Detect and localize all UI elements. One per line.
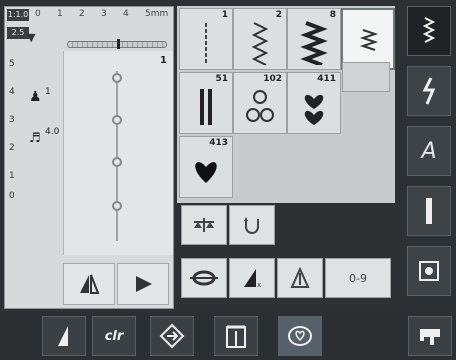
scale-tick: 5 xyxy=(9,59,15,69)
clear-button[interactable]: clr xyxy=(92,316,136,356)
memory-button[interactable] xyxy=(278,316,322,356)
double-straight-icon xyxy=(200,89,212,125)
stitch-point xyxy=(112,73,122,83)
quilt-stitches-icon xyxy=(419,261,439,281)
triple-zigzag-icon xyxy=(300,21,328,65)
stitch-point xyxy=(112,115,122,125)
quilt-stitches-button[interactable] xyxy=(407,246,451,296)
counter-label: 0-9 xyxy=(349,271,367,285)
ruler-tick: 3 xyxy=(101,9,107,19)
tension-value: 4.0 xyxy=(45,127,60,137)
presser-foot-icon: ▼ xyxy=(27,31,36,44)
pattern-count: 1 xyxy=(160,55,167,66)
stitch-cell-1[interactable]: 1 xyxy=(179,8,233,70)
buttonhole-icon xyxy=(426,198,432,224)
sewing-machine-screen: 1:1.0 0 1 2 3 4 5mm 2.5 ▼ 5 4 3 2 1 0 ♟ … xyxy=(0,0,456,360)
mirror-left-right-button[interactable] xyxy=(63,263,115,305)
length-scale: 5 4 3 2 1 0 xyxy=(7,51,25,201)
stitch-cell-selected[interactable] xyxy=(341,8,395,70)
needle-stop-button[interactable] xyxy=(42,316,86,356)
width-badge: 2.5 xyxy=(7,27,29,39)
pattern-begin-button[interactable] xyxy=(277,258,323,298)
tension-icon: ♬ xyxy=(29,131,41,146)
stitch-pattern-button[interactable] xyxy=(181,258,227,298)
straight-stitch-icon xyxy=(205,23,207,63)
ruler-tick: 1 xyxy=(57,9,63,19)
practical-stitches-button[interactable] xyxy=(407,6,451,56)
ruler-tick: 0 xyxy=(35,9,41,19)
stitch-point xyxy=(112,201,122,211)
bobbin-value: 1 xyxy=(45,87,51,97)
ruler-tick: 4 xyxy=(123,9,129,19)
stitch-number: 413 xyxy=(209,138,228,148)
bobbin-icon: ♟ xyxy=(29,89,42,105)
alphabet-button[interactable]: A xyxy=(407,126,451,176)
width-ruler: 0 1 2 3 4 5mm xyxy=(35,9,175,23)
mirror-vertical-icon xyxy=(136,276,152,292)
needle-position-marker[interactable] xyxy=(117,39,120,49)
stitch-point xyxy=(112,157,122,167)
needle-stop-icon xyxy=(58,326,68,346)
balance-button[interactable] xyxy=(181,205,227,245)
stitch-line xyxy=(116,71,118,241)
stitch-preview-panel: 1:1.0 0 1 2 3 4 5mm 2.5 ▼ 5 4 3 2 1 0 ♟ … xyxy=(4,6,174,309)
balance-icon xyxy=(194,218,214,232)
stitch-cell-8[interactable]: 8 xyxy=(287,8,341,70)
stitch-cell-51[interactable]: 51 xyxy=(179,72,233,134)
decorative-stitches-button[interactable] xyxy=(407,66,451,116)
clear-label: clr xyxy=(104,328,124,344)
stitch-number: 411 xyxy=(317,74,336,84)
tutorial-button[interactable] xyxy=(214,316,258,356)
mirror-horizontal-icon xyxy=(80,274,100,294)
alphabet-icon: A xyxy=(421,138,437,164)
personal-program-button[interactable] xyxy=(408,316,452,356)
setup-button[interactable] xyxy=(150,316,194,356)
stitch-cell-411[interactable]: 411 xyxy=(287,72,341,134)
stitch-cell-413[interactable]: 413 xyxy=(179,136,233,198)
long-stitch-icon: x xyxy=(244,269,261,289)
undo-button[interactable] xyxy=(229,205,275,245)
zigzag-selected-icon xyxy=(359,29,379,51)
bottom-toolbar: clr xyxy=(0,312,456,360)
scroll-position-marker[interactable] xyxy=(342,62,390,92)
tutorial-icon xyxy=(226,325,246,348)
heart-stitch-icon xyxy=(304,94,324,125)
mirror-up-down-button[interactable] xyxy=(117,263,169,305)
scale-tick: 1 xyxy=(9,171,15,181)
scale-tick: 2 xyxy=(9,143,15,153)
stitch-cell-102[interactable]: 102 xyxy=(233,72,287,134)
decorative-stitches-icon xyxy=(422,77,436,105)
stitch-number: 51 xyxy=(215,74,228,84)
pattern-repeat-icon xyxy=(190,270,218,286)
category-sidebar: A xyxy=(407,6,453,306)
heart-solid-icon xyxy=(195,162,217,183)
setup-icon xyxy=(159,323,185,349)
long-stitch-button[interactable]: x xyxy=(229,258,275,298)
scale-tick: 3 xyxy=(9,115,15,125)
stitch-number: 102 xyxy=(263,74,282,84)
practical-stitches-icon xyxy=(422,17,436,43)
stitch-preview: 1 xyxy=(63,51,173,255)
svg-text:x: x xyxy=(257,281,261,289)
pattern-begin-icon xyxy=(290,267,310,288)
stitch-cell-2[interactable]: 2 xyxy=(233,8,287,70)
memory-icon xyxy=(288,326,312,346)
stitch-number: 2 xyxy=(275,10,282,20)
undo-arrow-icon xyxy=(244,217,259,234)
personal-program-icon xyxy=(420,329,440,345)
scale-badge: 1:1.0 xyxy=(7,9,29,21)
pattern-counter-button[interactable]: 0-9 xyxy=(325,258,391,298)
stitch-number: 8 xyxy=(329,10,336,20)
scale-tick: 4 xyxy=(9,87,15,97)
zigzag-stitch-icon xyxy=(251,22,269,65)
flower-motif-icon xyxy=(246,90,274,122)
ruler-tick: 2 xyxy=(79,9,85,19)
scale-tick: 0 xyxy=(9,191,15,201)
ruler-tick: 5mm xyxy=(145,9,169,19)
buttonhole-button[interactable] xyxy=(407,186,451,236)
stitch-number: 1 xyxy=(221,10,228,20)
stitch-grid: 1 2 8 51 102 411 413 xyxy=(177,6,395,203)
